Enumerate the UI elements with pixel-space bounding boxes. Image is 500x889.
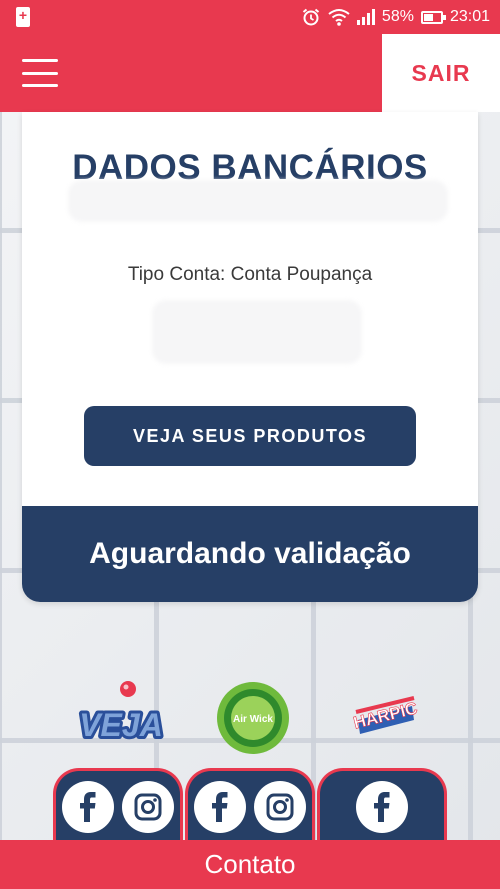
facebook-icon[interactable] [62,780,114,833]
facebook-icon[interactable] [356,780,408,833]
account-type-text: Tipo Conta: Conta Poupança [127,264,373,285]
validation-status-banner: Aguardando validação [22,506,478,602]
hamburger-menu-icon[interactable] [22,59,58,87]
redacted-area [152,300,362,364]
app-header: SAIR [0,34,500,112]
veja-logo-text-fill: VEJA [79,707,163,743]
veja-logo[interactable]: VEJA VEJA [76,676,166,756]
status-right: 58% 23:01 [301,7,490,27]
facebook-icon[interactable] [194,780,246,833]
clock-time: 23:01 [449,8,490,25]
status-bar: 58% 23:01 [0,0,500,34]
social-tab-airwick [185,768,315,848]
battery-icon [420,10,446,24]
logout-button[interactable]: SAIR [382,34,500,112]
instagram-icon[interactable] [122,780,174,833]
harpic-logo[interactable]: HARPIC [340,676,430,756]
bank-data-card: DADOS BANCÁRIOS Tipo Conta: Conta Poupan… [22,112,478,602]
redacted-area [68,180,448,222]
battery-percent: 58% [381,8,414,25]
wifi-icon [328,8,350,26]
battery-saver-icon [16,7,30,27]
airwick-logo[interactable]: Air Wick [208,676,298,756]
social-tab-harpic [317,768,447,848]
view-products-button[interactable]: VEJA SEUS PRODUTOS [84,406,416,466]
social-tab-veja [53,768,183,848]
contact-button[interactable]: Contato [0,840,500,889]
instagram-icon[interactable] [254,780,306,833]
airwick-logo-text: Air Wick [233,714,273,725]
alarm-icon [301,7,321,27]
status-left [16,7,30,27]
signal-icon [356,9,375,25]
